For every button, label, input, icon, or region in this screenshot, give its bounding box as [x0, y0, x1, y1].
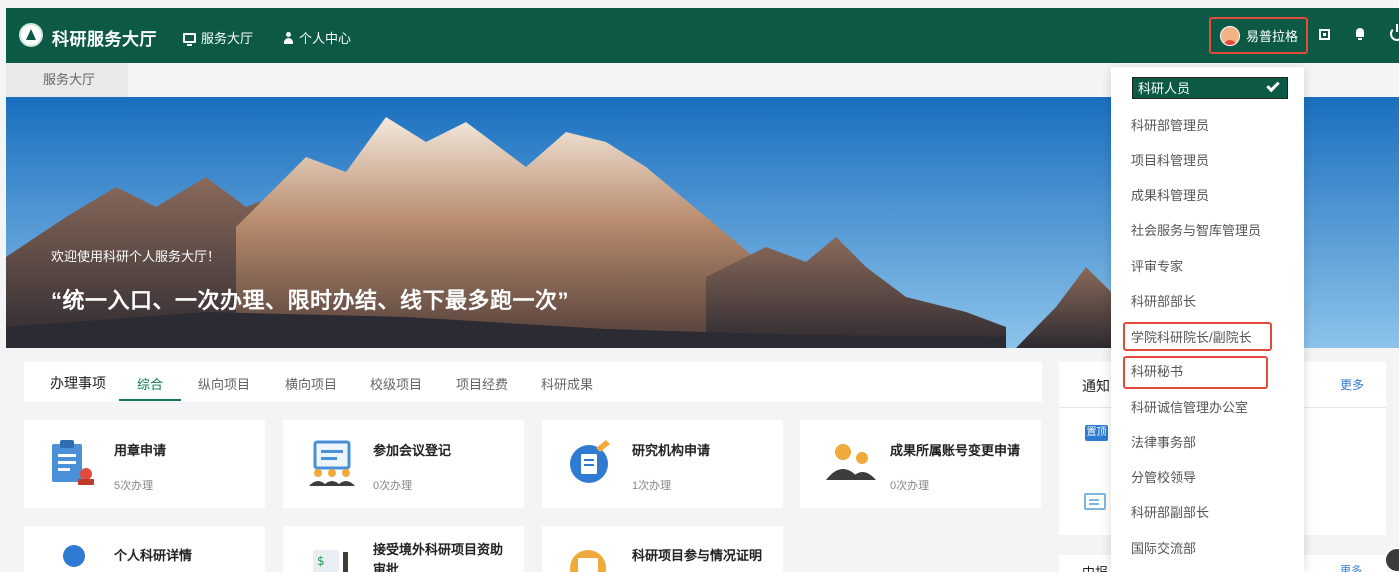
notice-more-link[interactable]: 更多	[1340, 376, 1364, 393]
account-users-icon	[826, 444, 876, 480]
nav-service-hall[interactable]: 服务大厅	[183, 28, 253, 47]
role-option[interactable]: 项目科管理员	[1111, 143, 1304, 178]
card-count: 0次办理	[373, 480, 413, 492]
breadcrumb-service-hall[interactable]: 服务大厅	[6, 63, 128, 97]
funding-document-icon: $	[313, 550, 348, 572]
role-option[interactable]: 科研部管理员	[1111, 108, 1304, 143]
notice-title: 通知	[1082, 378, 1110, 394]
tab-general[interactable]: 综合	[137, 374, 163, 393]
nav-personal-center-label: 个人中心	[299, 31, 352, 46]
application-title: 中报	[1082, 562, 1108, 572]
role-option[interactable]: 科研部副部长	[1111, 495, 1304, 530]
tasks-title: 办理事项	[50, 375, 106, 391]
university-logo-icon[interactable]	[19, 23, 43, 47]
role-option[interactable]: 科研诚信管理办公室	[1111, 390, 1304, 425]
role-option[interactable]: 国际交流部	[1111, 531, 1304, 566]
card-title: 参加会议登记	[373, 443, 452, 458]
nav-personal-center[interactable]: 个人中心	[283, 28, 351, 47]
task-card-meeting-registration[interactable]: 参加会议登记 0次办理	[283, 420, 524, 508]
help-assistant-icon[interactable]	[1384, 547, 1399, 572]
tab-school-projects[interactable]: 校级项目	[370, 374, 422, 393]
card-title: 科研项目参与情况证明	[632, 548, 763, 563]
card-count: 0次办理	[890, 480, 930, 492]
slogan-text: “统一入口、一次办理、限时办结、线下最多跑一次”	[51, 288, 570, 313]
message-icon	[1084, 493, 1106, 510]
role-switch-dropdown: 科研人员 科研部管理员 项目科管理员 成果科管理员 社会服务与智库管理员 评审专…	[1111, 67, 1304, 572]
role-option-label: 科研人员	[1138, 81, 1191, 96]
user-avatar-icon	[1220, 25, 1240, 46]
tab-project-funds[interactable]: 项目经费	[456, 374, 508, 393]
pinned-badge: 置顶	[1085, 425, 1108, 441]
highlight-box	[1123, 322, 1272, 351]
tasks-tab-bar: 办理事项 综合 纵向项目 横向项目 校级项目 项目经费 科研成果	[24, 362, 1042, 402]
role-option[interactable]: 社会服务与智库管理员	[1111, 213, 1304, 248]
role-option[interactable]: 成果科管理员	[1111, 178, 1304, 213]
monitor-icon	[183, 32, 196, 46]
check-icon	[1266, 78, 1280, 93]
highlight-box	[1123, 356, 1268, 389]
welcome-text: 欢迎使用科研个人服务大厅！	[51, 249, 221, 264]
role-option[interactable]: 分管校领导	[1111, 460, 1304, 495]
card-title: 成果所属账号变更申请	[890, 443, 1021, 458]
nav-service-hall-label: 服务大厅	[201, 31, 254, 46]
institution-edit-icon	[570, 440, 610, 483]
card-title: 用章申请	[114, 443, 167, 458]
tasks-panel: 办理事项 综合 纵向项目 横向项目 校级项目 项目经费 科研成果 用章申请 5次…	[24, 362, 1042, 572]
task-card-institution-application[interactable]: 研究机构申请 1次办理	[542, 420, 783, 508]
tab-research-results[interactable]: 科研成果	[541, 374, 593, 393]
personal-research-icon	[63, 545, 85, 567]
role-option[interactable]: 科研部部长	[1111, 284, 1304, 319]
role-option[interactable]: 法律事务部	[1111, 425, 1304, 460]
task-card-account-change[interactable]: 成果所属账号变更申请 0次办理	[800, 420, 1041, 508]
tab-horizontal-projects[interactable]: 横向项目	[285, 374, 337, 393]
svg-text:$: $	[317, 554, 325, 568]
task-card-participation-certificate[interactable]: 科研项目参与情况证明	[542, 526, 783, 572]
card-title: 研究机构申请	[632, 443, 711, 458]
application-more-link[interactable]: 更多	[1340, 562, 1362, 572]
user-name: 易普拉格	[1246, 29, 1299, 44]
tab-vertical-projects[interactable]: 纵向项目	[198, 374, 250, 393]
user-menu-button[interactable]: 易普拉格	[1209, 17, 1308, 54]
top-navbar: 科研服务大厅 服务大厅 个人中心 易普拉格	[6, 8, 1399, 63]
active-tab-indicator	[119, 399, 181, 401]
card-title: 接受境外科研项目资助审批	[373, 542, 504, 572]
qr-code-icon[interactable]	[1319, 29, 1330, 40]
app-title[interactable]: 科研服务大厅	[52, 25, 157, 50]
task-card-overseas-funding[interactable]: $ 接受境外科研项目资助审批	[283, 526, 524, 572]
role-option[interactable]: 评审专家	[1111, 249, 1304, 284]
meeting-board-icon	[309, 440, 355, 486]
card-count: 5次办理	[114, 480, 154, 492]
card-title: 个人科研详情	[114, 548, 193, 563]
user-icon	[283, 31, 294, 44]
bell-icon[interactable]	[1355, 28, 1365, 40]
certificate-folder-icon	[570, 550, 606, 572]
role-option-selected[interactable]: 科研人员	[1132, 77, 1288, 99]
task-card-seal-application[interactable]: 用章申请 5次办理	[24, 420, 265, 508]
power-icon[interactable]	[1390, 24, 1399, 41]
stamp-document-icon	[52, 440, 94, 485]
task-card-personal-research[interactable]: 个人科研详情	[24, 526, 265, 572]
card-count: 1次办理	[632, 480, 672, 492]
